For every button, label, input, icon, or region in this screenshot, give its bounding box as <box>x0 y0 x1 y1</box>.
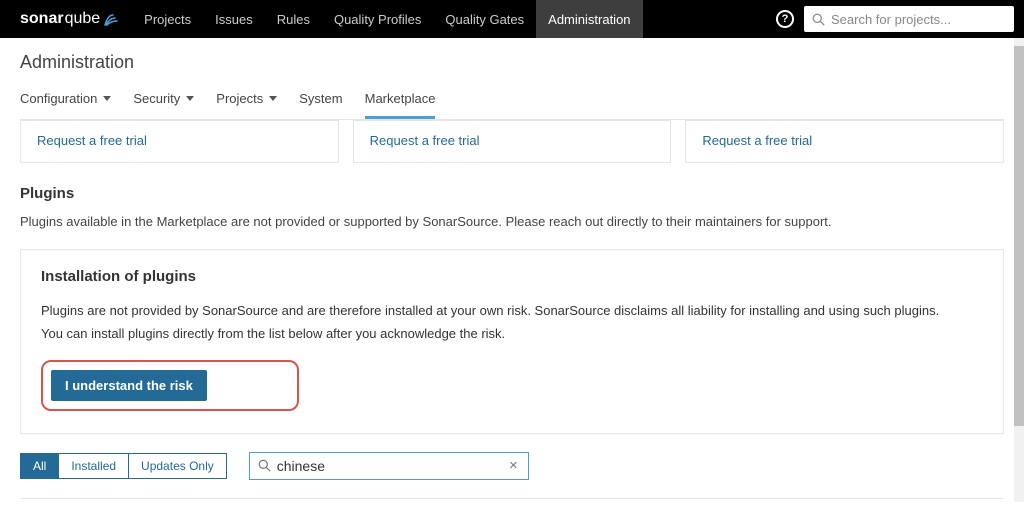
subnav-projects[interactable]: Projects <box>216 85 277 119</box>
filter-button-group: All Installed Updates Only <box>20 453 227 479</box>
install-panel: Installation of plugins Plugins are not … <box>20 249 1004 434</box>
request-trial-link[interactable]: Request a free trial <box>702 133 812 148</box>
trial-card: Request a free trial <box>353 120 672 163</box>
clear-search-icon[interactable]: × <box>507 457 520 474</box>
subnav-marketplace[interactable]: Marketplace <box>365 85 436 119</box>
admin-subnav: Configuration Security Projects System M… <box>20 85 1004 120</box>
chevron-down-icon <box>186 96 194 101</box>
nav-quality-gates[interactable]: Quality Gates <box>433 0 536 38</box>
brand-name-1: sonar <box>20 10 64 28</box>
trial-card: Request a free trial <box>685 120 1004 163</box>
plugins-description: Plugins available in the Marketplace are… <box>20 212 1004 233</box>
plugins-title: Plugins <box>20 185 1004 202</box>
subnav-system[interactable]: System <box>299 85 342 119</box>
global-search-input[interactable] <box>831 12 1006 27</box>
search-icon <box>812 13 825 26</box>
sonar-wave-icon <box>104 11 122 27</box>
chevron-down-icon <box>269 96 277 101</box>
nav-administration[interactable]: Administration <box>536 0 642 38</box>
page-content: Administration Configuration Security Pr… <box>0 38 1024 513</box>
brand-name-2: qube <box>65 10 101 28</box>
trial-card: Request a free trial <box>20 120 339 163</box>
nav-rules[interactable]: Rules <box>265 0 322 38</box>
plugins-section: Plugins Plugins available in the Marketp… <box>20 185 1004 499</box>
divider <box>20 498 1004 499</box>
nav-projects[interactable]: Projects <box>132 0 203 38</box>
filter-all[interactable]: All <box>20 453 59 479</box>
page-title: Administration <box>20 52 1004 73</box>
top-navbar: sonarqube Projects Issues Rules Quality … <box>0 0 1024 38</box>
understand-risk-button[interactable]: I understand the risk <box>51 370 207 401</box>
risk-highlight-box: I understand the risk <box>41 360 299 411</box>
plugin-search-input[interactable] <box>277 458 507 474</box>
nav-quality-profiles[interactable]: Quality Profiles <box>322 0 433 38</box>
subnav-security[interactable]: Security <box>133 85 194 119</box>
help-icon[interactable]: ? <box>776 10 794 28</box>
scrollbar-thumb[interactable] <box>1014 46 1024 426</box>
nav-links: Projects Issues Rules Quality Profiles Q… <box>132 0 642 38</box>
install-title: Installation of plugins <box>41 268 983 285</box>
install-text: Plugins are not provided by SonarSource … <box>41 299 983 346</box>
trial-cards-row: Request a free trial Request a free tria… <box>20 120 1004 163</box>
subnav-configuration[interactable]: Configuration <box>20 85 111 119</box>
brand-logo[interactable]: sonarqube <box>10 10 132 28</box>
nav-right: ? <box>776 6 1014 32</box>
plugin-filter-row: All Installed Updates Only × <box>20 452 1004 480</box>
scrollbar[interactable] <box>1014 38 1024 502</box>
plugin-search-box[interactable]: × <box>249 452 529 480</box>
request-trial-link[interactable]: Request a free trial <box>370 133 480 148</box>
nav-issues[interactable]: Issues <box>203 0 265 38</box>
filter-installed[interactable]: Installed <box>59 453 129 479</box>
filter-updates[interactable]: Updates Only <box>129 453 227 479</box>
global-search[interactable] <box>804 6 1014 32</box>
chevron-down-icon <box>103 96 111 101</box>
search-icon <box>258 459 271 472</box>
request-trial-link[interactable]: Request a free trial <box>37 133 147 148</box>
